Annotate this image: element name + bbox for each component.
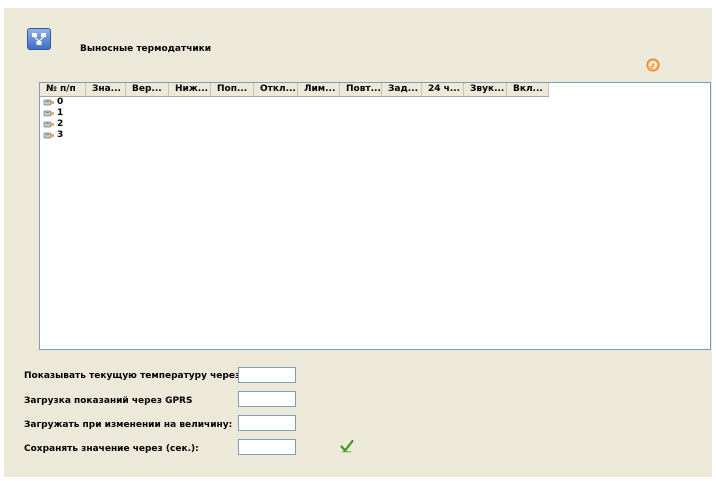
sensor-table[interactable]: № п/п Зна... Вер... Ниж... Поп... Откл... Лим.… (39, 82, 711, 350)
column-header[interactable]: Вкл... (507, 83, 549, 96)
row-number: 3 (57, 130, 64, 140)
table-row[interactable]: 3 (43, 130, 63, 141)
refresh-icon[interactable] (646, 58, 660, 72)
column-header[interactable]: 24 ч... (422, 83, 464, 96)
column-header[interactable]: Звук... (464, 83, 507, 96)
table-body: 0123 (43, 97, 63, 141)
column-header[interactable]: Лим... (298, 83, 340, 96)
row-number: 2 (57, 119, 64, 129)
table-row[interactable]: 2 (43, 119, 63, 130)
show-temp-field[interactable] (238, 367, 296, 383)
column-header[interactable]: Откл... (254, 83, 298, 96)
sensor-icon (43, 132, 54, 139)
on-change-field[interactable] (238, 415, 296, 431)
checkmark-icon[interactable] (340, 439, 354, 453)
column-header[interactable]: Повт... (340, 83, 382, 96)
save-interval-field[interactable] (238, 439, 296, 455)
column-header[interactable]: Зна... (86, 83, 126, 96)
sensor-icon (43, 110, 54, 117)
table-row[interactable]: 0 (43, 97, 63, 108)
column-header[interactable]: Вер... (126, 83, 169, 96)
gprs-field[interactable] (238, 391, 296, 407)
page-title: Выносные термодатчики (80, 44, 212, 54)
gprs-label: Загрузка показаний через GPRS (24, 396, 193, 406)
table-header: № п/п Зна... Вер... Ниж... Поп... Откл... Лим.… (40, 83, 549, 97)
row-number: 1 (57, 108, 64, 118)
save-interval-label: Сохранять значение через (сек.): (24, 444, 199, 454)
column-header[interactable]: Зад... (382, 83, 422, 96)
on-change-label: Загружать при изменении на величину: (24, 420, 233, 430)
row-number: 0 (57, 97, 64, 107)
table-row[interactable]: 1 (43, 108, 63, 119)
column-header[interactable]: Ниж... (169, 83, 211, 96)
column-header[interactable]: Поп... (211, 83, 254, 96)
show-temp-label: Показывать текущую температуру через (24, 371, 241, 381)
column-header[interactable]: № п/п (40, 83, 86, 96)
network-icon (27, 28, 51, 50)
sensor-icon (43, 99, 54, 106)
sensor-icon (43, 121, 54, 128)
